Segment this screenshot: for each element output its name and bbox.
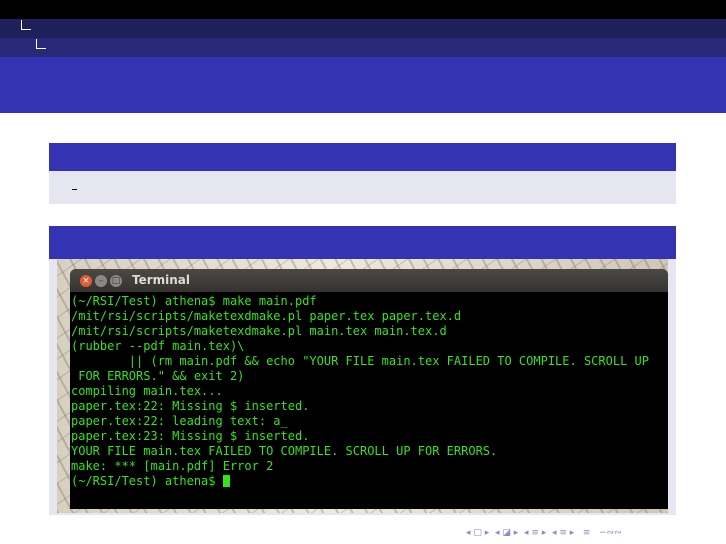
terminal-cursor	[222, 475, 230, 487]
terminal-line: /mit/rsi/scripts/maketexdmake.pl main.te…	[71, 324, 447, 338]
minimize-icon[interactable]: –	[95, 275, 107, 287]
terminal-prompt-line: (~/RSI/Test) athena$	[71, 474, 230, 489]
terminal-output[interactable]: (~/RSI/Test) athena$ make main.pdf /mit/…	[70, 294, 668, 509]
terminal-line: paper.tex:23: Missing $ inserted.	[71, 429, 310, 443]
header-bar-subsection	[0, 38, 726, 57]
maximize-icon[interactable]: □	[110, 275, 122, 287]
text-cursor-mark	[72, 189, 77, 190]
terminal-line: || (rm main.pdf && echo "YOUR FILE main.…	[71, 354, 649, 368]
terminal-titlebar[interactable]: × – □ Terminal	[70, 269, 668, 292]
terminal-line: FOR ERRORS." && exit 2)	[71, 369, 245, 383]
header-bar-top	[0, 0, 726, 19]
frame-title-band	[0, 57, 726, 113]
terminal-line: (~/RSI/Test) athena$ make main.pdf	[71, 294, 317, 308]
slide-navigation-symbols[interactable]: ◂ ▢ ▸ ◂ ◪ ▸ ◂ ≡ ▸ ◂ ≡ ▸ ≡ ∽∾∾	[466, 528, 622, 538]
terminal-line: paper.tex:22: Missing $ inserted.	[71, 399, 310, 413]
block-body-1	[49, 171, 676, 204]
terminal-line: /mit/rsi/scripts/maketexdmake.pl paper.t…	[71, 309, 462, 323]
terminal-title: Terminal	[132, 273, 191, 287]
terminal-prompt: (~/RSI/Test) athena$	[71, 474, 223, 488]
terminal-line: compiling main.tex...	[71, 384, 223, 398]
close-icon[interactable]: ×	[80, 275, 92, 287]
terminal-line: YOUR FILE main.tex FAILED TO COMPILE. SC…	[71, 444, 498, 458]
terminal-line: paper.tex:22: leading text: a_	[71, 414, 288, 428]
terminal-line: (rubber --pdf main.tex)\	[71, 339, 245, 353]
terminal-line: make: *** [main.pdf] Error 2	[71, 459, 274, 473]
header-bar-section	[0, 19, 726, 38]
block-title-bar-2	[49, 226, 676, 259]
section-indent-icon	[21, 20, 31, 30]
block-title-bar-1	[49, 143, 676, 171]
terminal-window[interactable]: × – □ Terminal (~/RSI/Test) athena$ make…	[70, 269, 668, 509]
subsection-indent-icon	[36, 39, 46, 49]
